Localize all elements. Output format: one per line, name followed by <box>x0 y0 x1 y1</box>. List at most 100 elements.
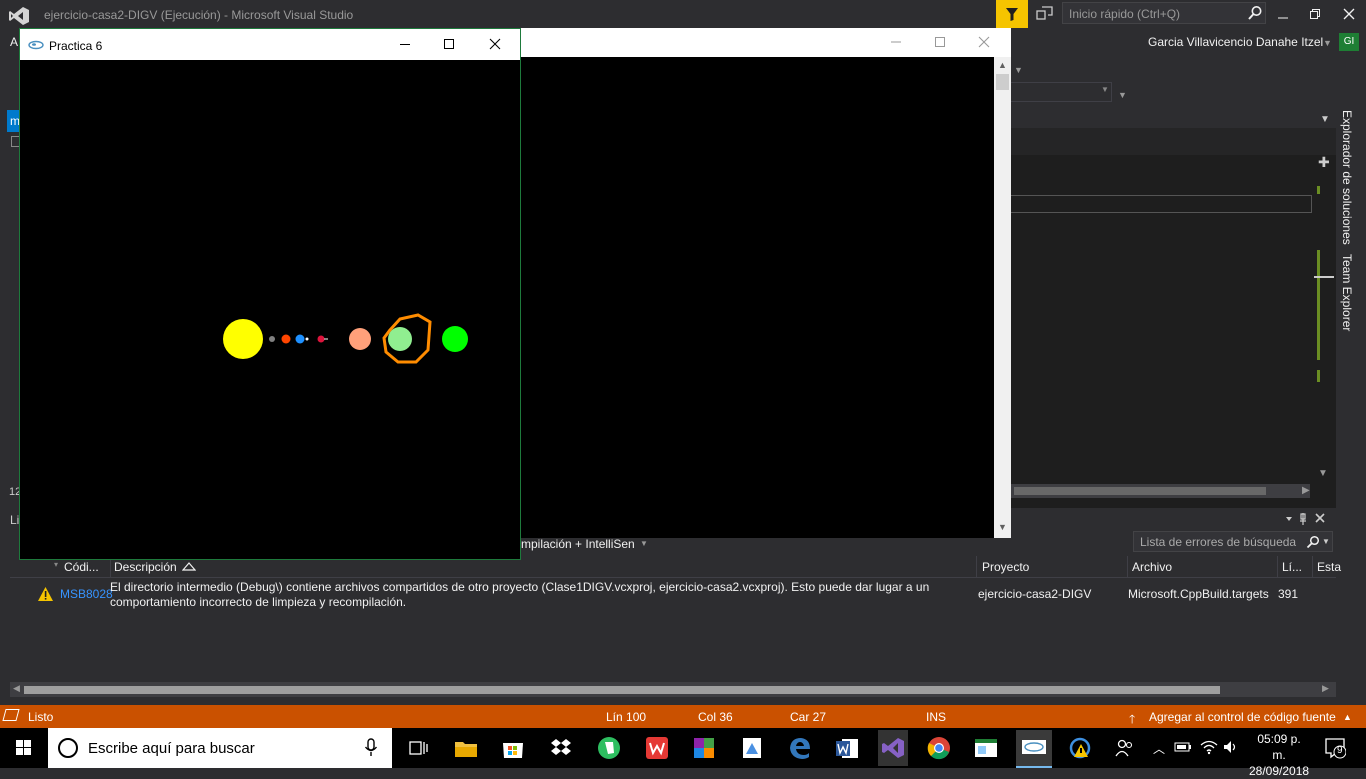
column-project[interactable]: Proyecto <box>982 560 1029 574</box>
code-editor[interactable] <box>1010 128 1336 508</box>
clock-time: 05:09 p. m. <box>1257 732 1301 762</box>
error-search-input[interactable]: Lista de errores de búsqueda ▼ <box>1133 531 1333 552</box>
visual-studio-logo-icon[interactable] <box>8 6 30 26</box>
task-view-icon[interactable] <box>404 734 432 762</box>
scroll-up-icon[interactable]: ▲ <box>998 60 1007 70</box>
app-icon <box>28 39 44 53</box>
jupiter-shape <box>349 328 371 350</box>
close-button[interactable] <box>1334 2 1364 26</box>
dropbox-icon[interactable] <box>547 734 575 762</box>
quick-launch-input[interactable]: Inicio rápido (Ctrl+Q) <box>1062 2 1266 24</box>
team-explorer-tab[interactable]: Team Explorer <box>1340 254 1354 331</box>
wifi-icon[interactable] <box>1200 739 1218 758</box>
app-window-icon[interactable] <box>972 734 1000 762</box>
people-icon[interactable] <box>1114 738 1134 761</box>
maximize-button[interactable] <box>934 36 946 51</box>
column-file[interactable]: Archivo <box>1132 560 1172 574</box>
pin-icon <box>1300 513 1306 525</box>
taskbar-search-placeholder: Escribe aquí para buscar <box>88 740 255 757</box>
clock-date: 28/09/2018 <box>1249 764 1310 778</box>
search-icon[interactable] <box>1247 5 1263 21</box>
search-icon[interactable] <box>1306 535 1320 552</box>
store-icon[interactable] <box>499 734 527 762</box>
change-marker <box>1317 370 1320 382</box>
evernote-icon[interactable] <box>595 734 623 762</box>
close-button[interactable] <box>488 37 502 54</box>
scrollbar-thumb[interactable] <box>1014 487 1266 495</box>
chevron-down-icon[interactable]: ▼ <box>1323 38 1332 48</box>
maximize-button[interactable] <box>442 37 456 54</box>
scroll-down-icon[interactable]: ▼ <box>998 522 1007 532</box>
scroll-right-icon[interactable]: ▶ <box>1302 485 1310 496</box>
status-col: Col 36 <box>698 710 733 724</box>
column-divider[interactable] <box>1127 556 1128 577</box>
chevron-down-icon[interactable]: ▼ <box>1014 65 1023 75</box>
scrollbar-thumb[interactable] <box>24 686 1220 694</box>
console-app-taskbar-icon[interactable] <box>1016 730 1052 768</box>
vertical-scrollbar[interactable] <box>994 57 1011 538</box>
error-code-link[interactable]: MSB8028 <box>60 587 113 601</box>
scroll-right-icon[interactable]: ▶ <box>1322 683 1329 694</box>
edge-icon[interactable] <box>786 734 814 762</box>
word-icon[interactable] <box>833 734 861 762</box>
avatar[interactable]: GI <box>1339 33 1359 51</box>
column-line[interactable]: Lí... <box>1282 560 1302 574</box>
error-line: 391 <box>1278 587 1299 601</box>
wps-office-icon[interactable] <box>643 734 671 762</box>
practica-window[interactable]: Practica 6 <box>19 28 521 560</box>
windows-update-icon[interactable] <box>1066 734 1094 765</box>
start-button[interactable] <box>0 728 48 768</box>
battery-icon[interactable] <box>1174 740 1192 757</box>
saturn-shape <box>388 327 412 351</box>
chevron-down-icon[interactable]: ▼ <box>1101 85 1109 94</box>
restore-button[interactable] <box>1300 2 1330 26</box>
close-button[interactable] <box>978 36 990 51</box>
microphone-icon[interactable] <box>364 738 378 761</box>
navigation-dropdown[interactable] <box>1010 82 1112 102</box>
user-name[interactable]: Garcia Villavicencio Danahe Itzel <box>1148 35 1323 49</box>
sun-shape <box>223 319 263 359</box>
column-divider[interactable] <box>1312 556 1313 577</box>
column-divider[interactable] <box>976 556 977 577</box>
panel-controls <box>1284 512 1334 529</box>
cortana-icon[interactable] <box>58 738 78 758</box>
minimize-button[interactable] <box>1268 2 1298 26</box>
notification-filter-button[interactable] <box>996 0 1028 28</box>
column-description[interactable]: Descripción <box>114 560 177 574</box>
paint-icon[interactable] <box>738 734 766 762</box>
chevron-up-icon[interactable]: ︿ <box>1153 740 1165 757</box>
scroll-left-icon[interactable]: ◀ <box>13 683 20 694</box>
column-state[interactable]: Esta <box>1317 560 1341 574</box>
menu-fragment[interactable]: A <box>10 35 18 49</box>
visual-studio-taskbar-icon[interactable] <box>878 730 908 766</box>
clock[interactable]: 05:09 p. m. 28/09/2018 <box>1249 731 1309 779</box>
minimize-button[interactable] <box>890 36 902 51</box>
winrar-icon[interactable] <box>690 734 718 762</box>
practica-titlebar[interactable]: Practica 6 <box>20 29 520 60</box>
minimize-button[interactable] <box>398 37 412 54</box>
close-panel-icon <box>1315 513 1325 523</box>
error-list-filter-dropdown[interactable]: mpilación + IntelliSen <box>521 537 635 551</box>
split-icon[interactable]: ✚ <box>1318 154 1330 171</box>
solution-explorer-tab[interactable]: Explorador de soluciones <box>1340 110 1354 245</box>
chevron-down-icon[interactable]: ▼ <box>640 539 648 548</box>
file-explorer-icon[interactable] <box>452 734 480 762</box>
scroll-down-icon[interactable]: ▼ <box>1318 468 1328 479</box>
action-center-icon[interactable]: 9 <box>1324 736 1347 763</box>
chevron-down-icon[interactable]: ▼ <box>1320 114 1330 125</box>
volume-icon[interactable] <box>1222 739 1240 758</box>
column-code[interactable]: Códi... <box>64 560 99 574</box>
scrollbar-thumb[interactable] <box>996 74 1009 90</box>
console-window[interactable]: ▲ ▼ <box>520 28 1011 538</box>
chevron-down-icon[interactable]: ▼ <box>1322 537 1330 546</box>
sort-ascending-icon <box>181 560 197 574</box>
chevron-down-icon[interactable]: ▼ <box>1118 90 1127 100</box>
chrome-icon[interactable] <box>925 734 953 762</box>
chevron-up-icon[interactable]: ▲ <box>1343 712 1352 722</box>
error-search-placeholder: Lista de errores de búsqueda <box>1140 535 1297 549</box>
warning-icon <box>37 586 54 605</box>
add-source-control-button[interactable]: Agregar al control de código fuente <box>1149 710 1336 724</box>
column-divider[interactable] <box>1277 556 1278 577</box>
quick-launch-placeholder: Inicio rápido (Ctrl+Q) <box>1069 7 1181 21</box>
feedback-icon[interactable] <box>1036 5 1054 23</box>
